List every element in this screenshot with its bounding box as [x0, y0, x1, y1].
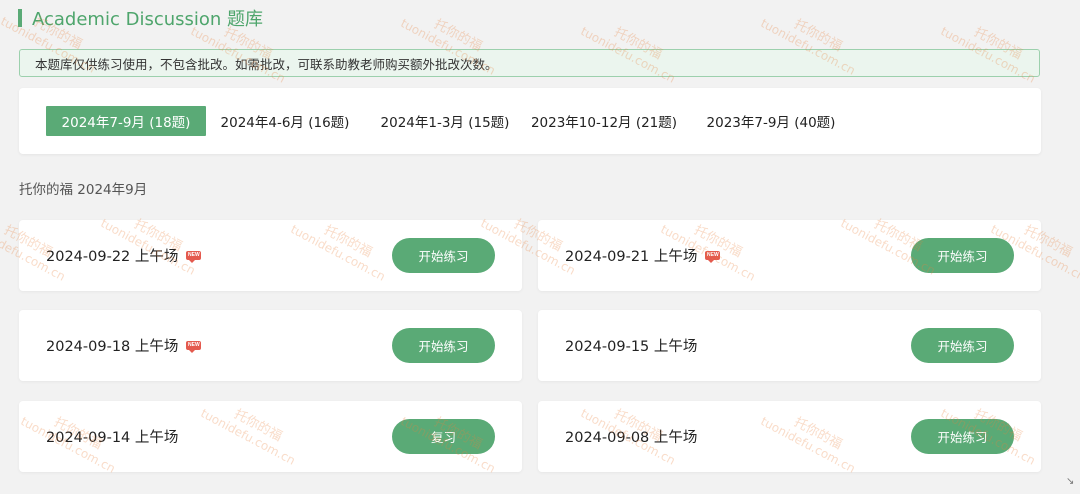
title-accent-bar: [18, 9, 22, 27]
start-practice-button[interactable]: 开始练习: [911, 328, 1014, 363]
tab-2024-jul-sep[interactable]: 2024年7-9月 (18题): [46, 106, 206, 136]
session-date: 2024-09-15 上午场: [565, 335, 697, 356]
start-practice-button[interactable]: 开始练习: [911, 238, 1014, 273]
session-date: 2024-09-18 上午场 NEW: [46, 335, 202, 356]
session-date-text: 2024-09-08 上午场: [565, 430, 698, 446]
tab-2023-jul-sep[interactable]: 2023年7-9月 (40题): [696, 106, 846, 136]
section-heading: 托你的福 2024年9月: [19, 182, 148, 198]
session-date-text: 2024-09-18 上午场: [46, 339, 179, 355]
start-practice-button[interactable]: 开始练习: [911, 419, 1014, 454]
session-card: 2024-09-14 上午场 复习: [19, 401, 522, 472]
session-date: 2024-09-21 上午场 NEW: [565, 245, 721, 266]
new-badge-icon: NEW: [705, 251, 721, 263]
session-card: 2024-09-22 上午场 NEW 开始练习: [19, 220, 522, 291]
session-date-text: 2024-09-14 上午场: [46, 430, 179, 446]
session-date: 2024-09-14 上午场: [46, 426, 178, 447]
session-card: 2024-09-15 上午场 开始练习: [538, 310, 1041, 381]
session-date: 2024-09-08 上午场: [565, 426, 697, 447]
session-date: 2024-09-22 上午场 NEW: [46, 245, 202, 266]
tab-2024-jan-mar[interactable]: 2024年1-3月 (15题): [375, 106, 515, 136]
page: Academic Discussion 题库 本题库仅供练习使用，不包含批改。如…: [0, 0, 1080, 494]
session-card: 2024-09-21 上午场 NEW 开始练习: [538, 220, 1041, 291]
new-badge-icon: NEW: [186, 341, 202, 353]
start-practice-button[interactable]: 开始练习: [392, 238, 495, 273]
session-date-text: 2024-09-22 上午场: [46, 249, 179, 265]
start-practice-button[interactable]: 开始练习: [392, 328, 495, 363]
session-card: 2024-09-18 上午场 NEW 开始练习: [19, 310, 522, 381]
notice-banner: 本题库仅供练习使用，不包含批改。如需批改，可联系助教老师购买额外批改次数。: [19, 49, 1040, 77]
tab-2024-apr-jun[interactable]: 2024年4-6月 (16题): [215, 106, 355, 136]
page-title: Academic Discussion 题库: [32, 9, 264, 30]
resize-handle-icon[interactable]: ↘: [1066, 476, 1076, 490]
period-tabs: 2024年7-9月 (18题) 2024年4-6月 (16题) 2024年1-3…: [19, 88, 1041, 154]
review-button[interactable]: 复习: [392, 419, 495, 454]
session-date-text: 2024-09-21 上午场: [565, 249, 698, 265]
session-card: 2024-09-08 上午场 开始练习: [538, 401, 1041, 472]
session-date-text: 2024-09-15 上午场: [565, 339, 698, 355]
page-header: Academic Discussion 题库: [18, 8, 264, 30]
new-badge-icon: NEW: [186, 251, 202, 263]
notice-text: 本题库仅供练习使用，不包含批改。如需批改，可联系助教老师购买额外批改次数。: [35, 56, 498, 72]
tab-2023-oct-dec[interactable]: 2023年10-12月 (21题): [529, 106, 679, 136]
